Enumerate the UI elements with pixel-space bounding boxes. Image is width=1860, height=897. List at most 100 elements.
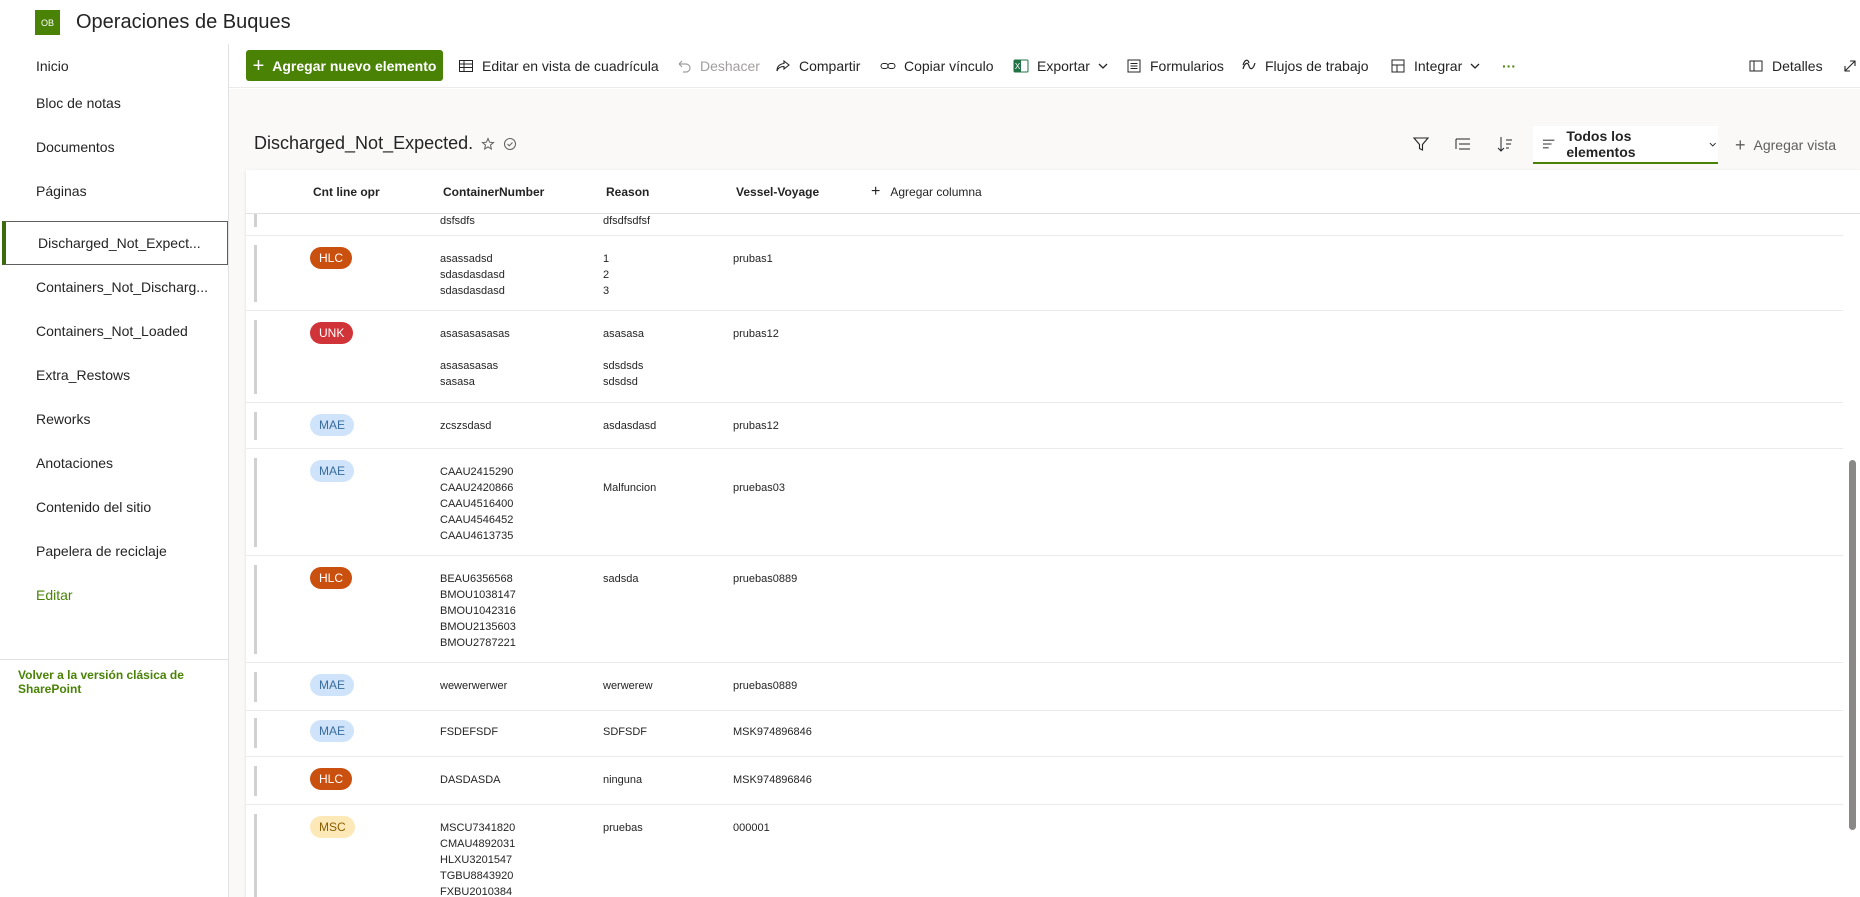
view-selector[interactable]: Todos los elementos [1533,126,1718,164]
reason-cell-line: asdasdasd [603,420,657,432]
undo-label: Deshacer [700,58,760,74]
grid-edit-button[interactable]: Editar en vista de cuadrícula [458,44,659,88]
chevron-down-icon [1709,142,1716,147]
column-header-cnt-line-opr[interactable]: Cnt line opr [313,170,380,214]
nav-item-contenido-del-sitio[interactable]: Contenido del sitio [0,485,229,529]
export-button[interactable]: X Exportar [1013,44,1110,88]
line-operator-pill: UNK [310,322,354,344]
add-view-button[interactable]: + Agregar vista [1735,126,1836,164]
star-icon[interactable] [481,137,495,151]
reason-cell: dfsdfsdfsf [603,214,650,229]
row-indicator [254,718,257,748]
container-number-cell: zcszsdasd [440,418,491,434]
workflows-label: Flujos de trabajo [1265,58,1369,74]
line-operator-pill: MAE [310,460,355,482]
excel-icon: X [1013,59,1029,73]
sort-button[interactable] [1496,124,1514,164]
svg-text:X: X [1015,62,1021,71]
grid-body: dsfsdfs dfsdfsdfsf HLC asassadsd sdasdasdasd… [246,214,1860,897]
forms-label: Formularios [1150,58,1224,74]
nav-item-extra-restows[interactable]: Extra_Restows [0,353,229,397]
classic-sharepoint-link[interactable]: Volver a la versión clásica de SharePoin… [18,668,218,696]
table-row[interactable]: MAE wewerwerwer werwerew pruebas0889 [246,664,1843,711]
container-number-cell-line: CAAU4613735 [440,530,514,542]
container-number-cell-line: FXBU2010384 [440,886,513,897]
chevron-down-icon [1098,63,1108,69]
container-number-cell: MSCU7341820 CMAU4892031 HLXU3201547 TGBU884… [440,820,515,897]
group-button[interactable] [1454,124,1472,164]
column-header-vessel-voyage[interactable]: Vessel-Voyage [736,170,819,214]
check-circle-icon[interactable] [503,137,517,151]
table-row[interactable]: UNK asasasasasas asasasasas sasasa asasasa … [246,312,1843,403]
row-indicator [254,565,257,654]
line-operator-pill: MAE [310,720,355,742]
table-row[interactable]: MAE zcszsdasd asdasdasd prubas12 [246,404,1843,449]
table-row[interactable]: MSC MSCU7341820 CMAU4892031 HLXU3201547 TGBU… [246,806,1843,897]
table-row[interactable]: MAE CAAU2415290 CAAU2420866 CAAU4516400 CAAU… [246,450,1843,556]
nav-item-papelera[interactable]: Papelera de reciclaje [0,529,229,573]
sort-icon [1497,137,1512,152]
reason-cell: SDFSDF [603,724,647,740]
reason-cell-line: sadsda [603,573,639,585]
column-header-reason[interactable]: Reason [606,170,649,214]
row-indicator [254,214,257,227]
add-new-item-button[interactable]: + Agregar nuevo elemento [246,50,443,81]
vessel-voyage-cell: pruebas03 [733,482,785,494]
reason-cell: asasasa sdsdsds sdsdsd [603,326,644,390]
expand-button[interactable] [1842,44,1860,88]
container-number-cell-line: asasasasas [440,360,499,372]
vessel-voyage-cell: pruebas0889 [733,573,798,585]
row-indicator [254,458,257,547]
nav-item-editar[interactable]: Editar [0,573,229,617]
table-row[interactable]: dsfsdfs dfsdfsdfsf [246,214,1843,236]
nav-item-reworks[interactable]: Reworks [0,397,229,441]
nav-item-documentos[interactable]: Documentos [0,125,229,169]
list-grid: Cnt line opr ContainerNumber Reason Vess… [246,170,1860,897]
more-commands-button[interactable]: ··· [1502,44,1516,88]
copy-link-button[interactable]: Copiar vínculo [880,44,994,88]
container-number-cell-line: CAAU2415290 [440,466,514,478]
table-row[interactable]: HLC BEAU6356568 BMOU1038147 BMOU1042316 BMOU… [246,557,1843,663]
reason-cell: sadsda [603,571,638,587]
table-row[interactable]: HLC DASDASDA ninguna MSK974896846 [246,758,1843,805]
site-title[interactable]: Operaciones de Buques [76,11,291,34]
nav-item-paginas[interactable]: Páginas [0,169,229,213]
site-logo[interactable]: OB [35,10,60,35]
vertical-scrollbar[interactable] [1849,460,1856,830]
integrate-label: Integrar [1414,58,1463,74]
reason-cell-line: 1 [603,253,610,265]
integrate-button[interactable]: Integrar [1390,44,1482,88]
details-button[interactable]: Detalles [1748,44,1823,88]
table-row[interactable]: MAE FSDEFSDF SDFSDF MSK974896846 [246,710,1843,757]
table-row[interactable]: HLC asassadsd sdasdasdasd sdasdasdasd 1 2 3 pru… [246,237,1843,311]
container-number-cell-line: CAAU4546452 [440,514,514,526]
share-label: Compartir [799,58,861,74]
nav-item-discharged-not-expected[interactable]: Discharged_Not_Expect... [2,221,228,265]
container-number-cell: dsfsdfs [440,214,475,229]
forms-button[interactable]: Formularios [1126,44,1224,88]
reason-cell-line: sdsdsds [603,360,644,372]
container-number-cell: CAAU2415290 CAAU2420866 CAAU4516400 CAAU454… [440,464,513,544]
add-new-item-label: Agregar nuevo elemento [272,57,437,74]
filter-icon [1412,137,1430,151]
container-number-cell-line: MSCU7341820 [440,822,516,834]
nav-item-bloc-de-notas[interactable]: Bloc de notas [0,81,229,125]
column-header-container-number[interactable]: ContainerNumber [443,170,544,214]
copy-link-label: Copiar vínculo [904,58,994,74]
vessel-voyage-cell: pruebas0889 [733,680,798,692]
reason-cell-line: sdsdsd [603,376,638,388]
add-column-button[interactable]: + Agregar columna [871,170,982,214]
nav-item-containers-not-loaded[interactable]: Containers_Not_Loaded [0,309,229,353]
filter-button[interactable] [1412,124,1430,164]
share-button[interactable]: Compartir [775,44,860,88]
workflows-button[interactable]: Flujos de trabajo [1241,44,1369,88]
container-number-cell-line: BMOU2787221 [440,637,516,649]
container-number-cell-line: CAAU4516400 [440,498,514,510]
undo-icon [678,60,691,73]
row-indicator [254,766,257,796]
nav-item-containers-not-discharged[interactable]: Containers_Not_Discharg... [0,265,229,309]
undo-button[interactable]: Deshacer [676,44,760,88]
nav-item-anotaciones[interactable]: Anotaciones [0,441,229,485]
reason-cell: Malfuncion [603,480,656,496]
container-number-cell-line: wewerwerwer [440,680,508,692]
